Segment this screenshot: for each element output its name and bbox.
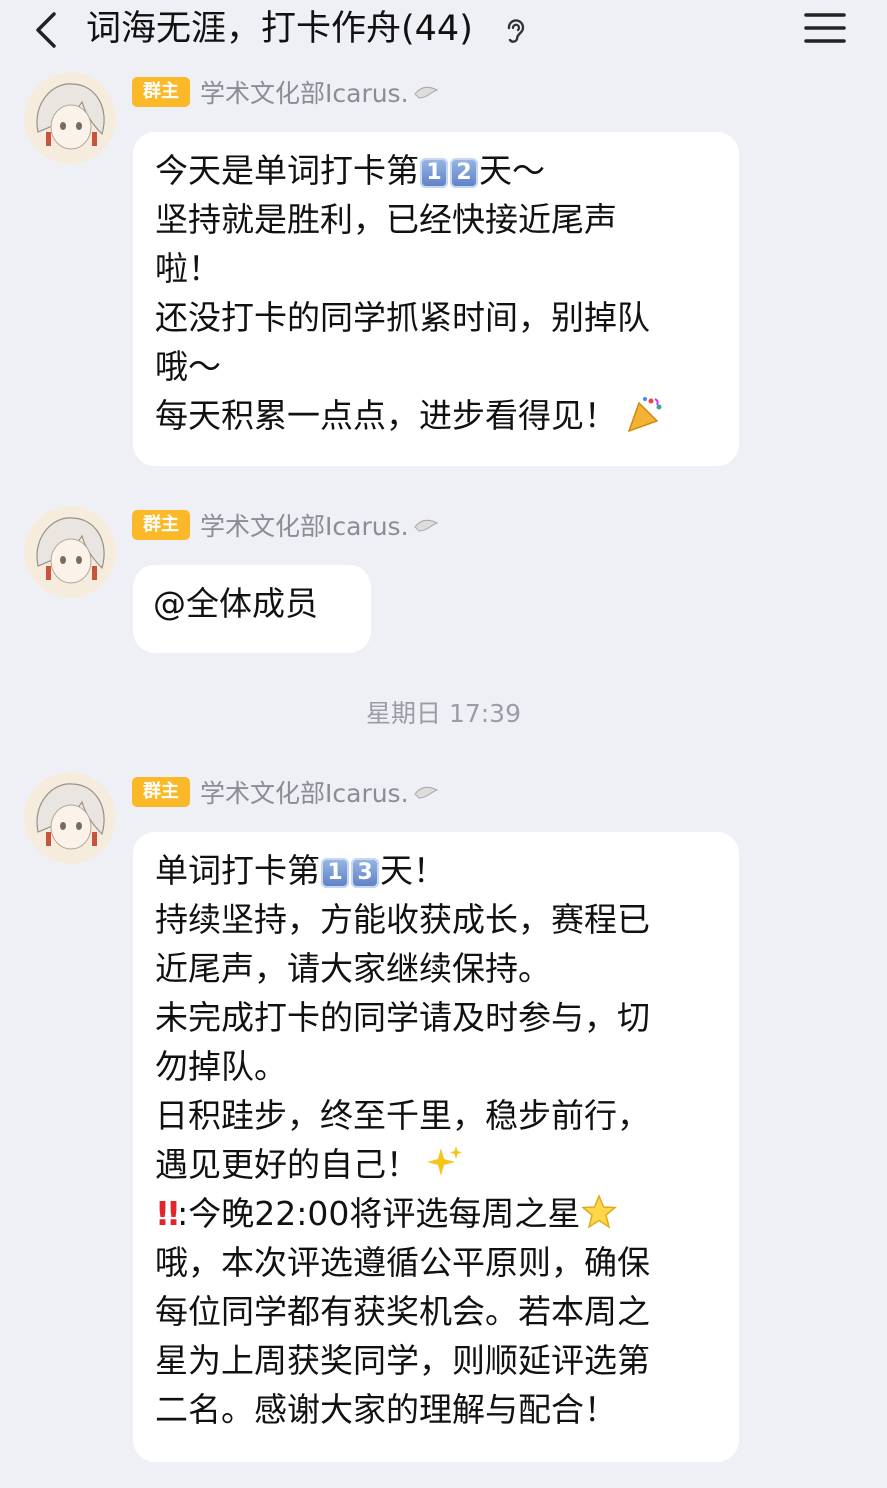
message-text: 近尾声，请大家继续保持。 [155,949,551,988]
message-text: 坚持就是胜利，已经快接近尾声 [155,200,617,239]
star-icon [581,1194,618,1229]
avatar[interactable] [24,772,116,864]
message-text: 未完成打卡的同学请及时参与，切 [155,998,650,1037]
chat-title: 词海无涯，打卡作舟(44) [86,9,473,49]
dove-icon [413,786,438,799]
keycap-digit: 3 [351,858,379,888]
message-text: 持续坚持，方能收获成长，赛程已 [155,900,650,939]
avatar[interactable] [24,506,116,598]
keycap-digit: 1 [420,158,448,188]
avatar[interactable] [24,72,116,164]
message-text: 还没打卡的同学抓紧时间，别掉队 [155,298,650,337]
sender-meta: 群主 学术文化部Icarus. [132,775,439,809]
party-popper-icon [627,397,662,433]
dove-icon [413,86,438,99]
sender-name[interactable]: 学术文化部Icarus. [200,774,409,810]
message-text: 每位同学都有获奖机会。若本周之 [155,1292,650,1331]
timestamp-divider: 星期日 17:39 [366,699,521,728]
double-exclamation-icon: !! [155,1194,181,1233]
owner-badge: 群主 [132,510,190,540]
message-text: 今天是单词打卡第 [155,151,419,190]
chat-header: 词海无涯，打卡作舟(44) [0,0,887,62]
sender-meta: 群主 学术文化部Icarus. [132,75,439,109]
owner-badge: 群主 [132,777,190,807]
sparkles-icon [427,1146,462,1176]
hamburger-menu-icon[interactable] [804,10,846,46]
message-text: 天～ [479,151,545,190]
message-text: :今晚22:00将评选每周之星 [177,1194,581,1233]
message-text: 哦～ [155,347,221,386]
message-text: 单词打卡第 [155,851,320,890]
chevron-left-icon[interactable] [30,8,66,52]
message-text: @全体成员 [153,584,318,623]
message-text: 日积跬步，终至千里，稳步前行， [155,1096,650,1135]
message-text: 每天积累一点点，进步看得见！ [155,396,617,435]
message-text: 二名。感谢大家的理解与配合！ [155,1390,617,1429]
earpiece-icon[interactable] [500,14,530,46]
sender-name[interactable]: 学术文化部Icarus. [200,74,409,110]
message-text: 啦！ [155,249,221,288]
message-text: 星为上周获奖同学，则顺延评选第 [155,1341,650,1380]
message-bubble[interactable]: @全体成员 [133,565,371,653]
sender-name[interactable]: 学术文化部Icarus. [200,507,409,543]
message-text: 哦，本次评选遵循公平原则，确保 [155,1243,650,1282]
message-text: 天！ [380,851,446,890]
message-bubble[interactable]: 今天是单词打卡第 1 2 天～ 坚持就是胜利，已经快接近尾声 啦！ 还没打卡的同学抓紧… [133,132,739,466]
message-text: 遇见更好的自己！ [155,1145,419,1184]
keycap-digit: 2 [450,158,478,188]
message-bubble[interactable]: 单词打卡第 1 3 天！ 持续坚持，方能收获成长，赛程已 近尾声，请大家继续保持。 未… [133,832,739,1462]
dove-icon [413,519,438,532]
sender-meta: 群主 学术文化部Icarus. [132,508,439,542]
owner-badge: 群主 [132,77,190,107]
message-text: 勿掉队。 [155,1047,287,1086]
keycap-digit: 1 [321,858,349,888]
